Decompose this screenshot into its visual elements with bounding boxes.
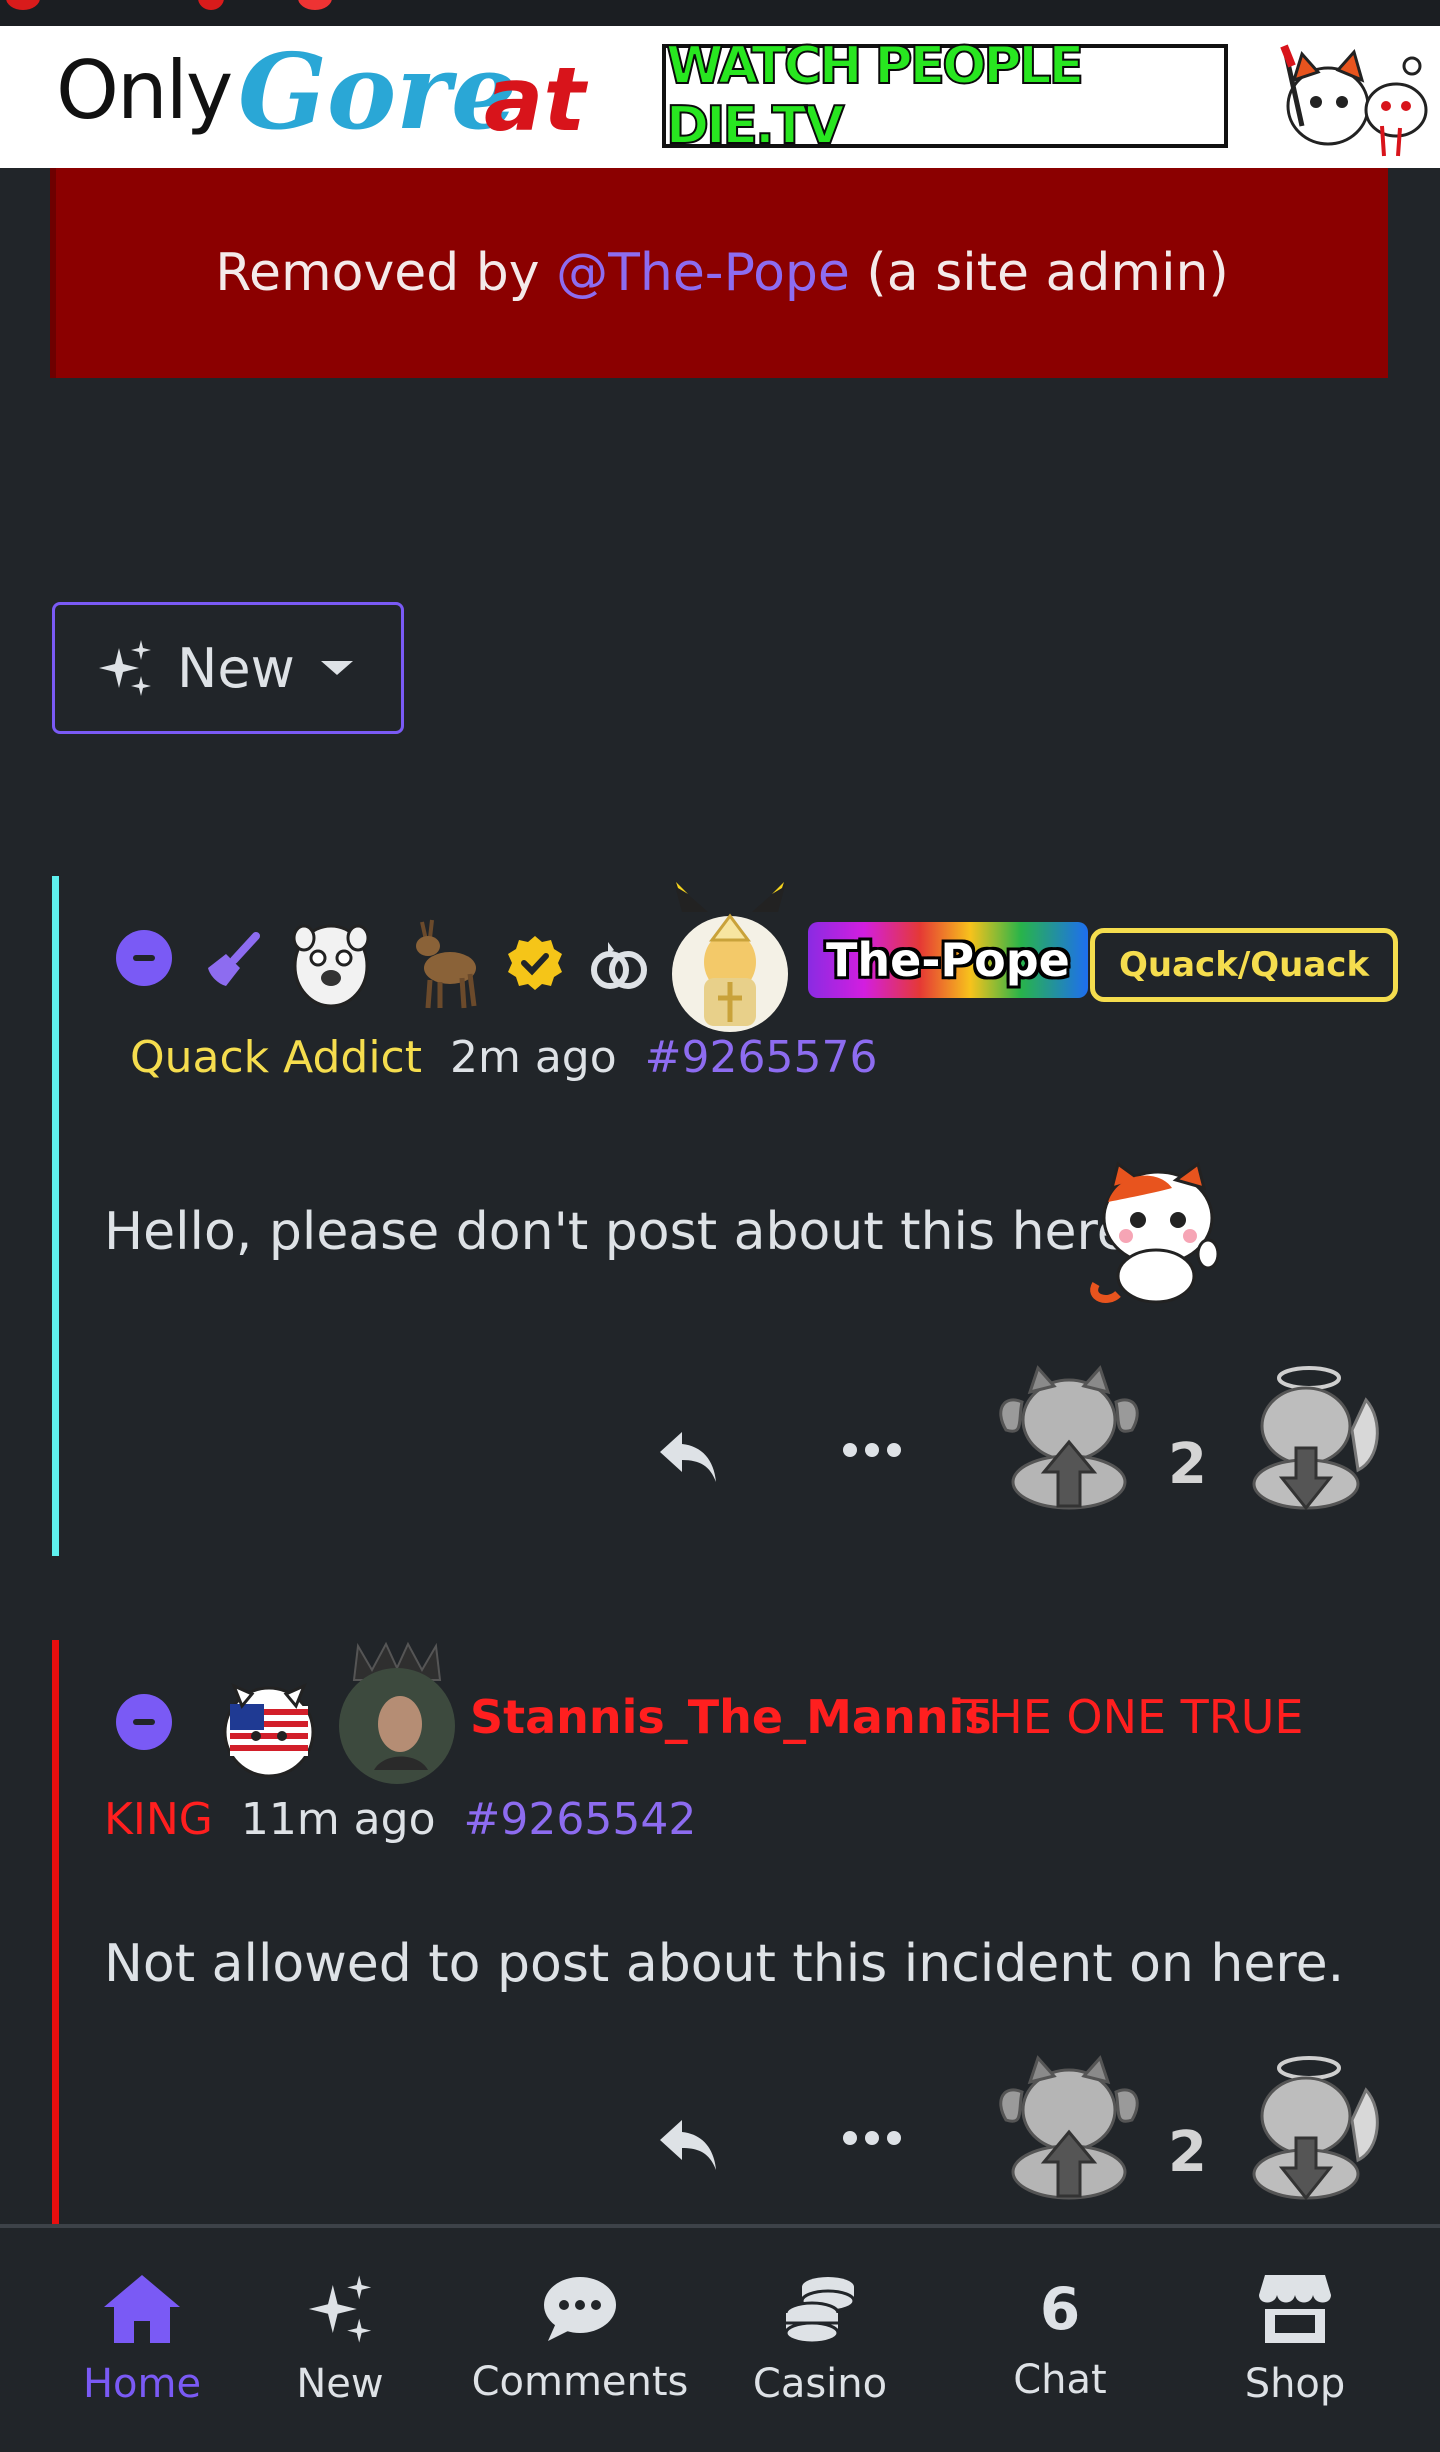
site-banner[interactable]: Only Gore at WATCH PEOPLE DIE.TV bbox=[0, 26, 1440, 168]
avatar[interactable] bbox=[334, 1640, 460, 1786]
comment-thread-bar[interactable] bbox=[52, 1640, 59, 2226]
cat-waving-emoji-icon bbox=[1090, 1161, 1220, 1304]
user-badge-text: Quack/Quack bbox=[1119, 945, 1370, 985]
reply-icon[interactable] bbox=[656, 2116, 720, 2172]
home-icon bbox=[104, 2275, 180, 2343]
more-options-icon[interactable] bbox=[840, 2128, 904, 2148]
comment: The-Pope Quack/Quack Quack Addict 2m ago… bbox=[52, 876, 1432, 1556]
vote-score: 2 bbox=[1168, 2120, 1207, 2185]
deer-badge-icon bbox=[416, 919, 477, 1009]
broom-icon bbox=[208, 932, 260, 986]
verified-badge-icon bbox=[508, 936, 562, 990]
upvote-icon[interactable] bbox=[994, 1360, 1144, 1512]
comment-permalink[interactable]: #9265576 bbox=[645, 1032, 878, 1083]
nav-shop-label: Shop bbox=[1244, 2361, 1346, 2407]
more-options-icon[interactable] bbox=[840, 1440, 904, 1460]
sort-dropdown-button[interactable]: New bbox=[52, 602, 404, 734]
user-badge: Quack/Quack bbox=[1090, 928, 1399, 1002]
cat-mascot-icon bbox=[1280, 44, 1428, 157]
user-title: THE ONE TRUE bbox=[960, 1690, 1304, 1744]
status-strip bbox=[0, 0, 1440, 26]
comment-username-text: The-Pope bbox=[826, 933, 1070, 987]
downvote-icon[interactable] bbox=[1234, 1360, 1384, 1512]
comment-body-text: Hello, please don't post about this here bbox=[104, 1202, 1129, 1262]
downvote-icon[interactable] bbox=[1234, 2050, 1384, 2202]
comment-meta: Quack Addict 2m ago #9265576 bbox=[130, 1032, 877, 1083]
reply-icon[interactable] bbox=[656, 1428, 720, 1484]
nav-casino[interactable]: Casino bbox=[740, 2228, 900, 2452]
collapse-comment-button[interactable] bbox=[116, 930, 172, 986]
avatar[interactable] bbox=[668, 882, 792, 1032]
chat-count-badge: 6 bbox=[1039, 2275, 1081, 2343]
user-title-continued: KING bbox=[104, 1794, 213, 1845]
store-icon bbox=[1259, 2275, 1331, 2343]
nav-home[interactable]: Home bbox=[60, 2228, 224, 2452]
white-dog-badge-icon bbox=[292, 924, 370, 1008]
usa-flag-cat-badge-icon bbox=[223, 1683, 315, 1778]
bottom-navigation: Home New Comments Casino 6 Chat Shop bbox=[0, 2224, 1440, 2452]
coins-icon bbox=[784, 2277, 856, 2345]
comment-timestamp: 2m ago bbox=[450, 1032, 617, 1083]
comment-username[interactable]: Stannis_The_Mannis bbox=[470, 1690, 992, 1744]
nav-comments-label: Comments bbox=[471, 2359, 689, 2405]
chevron-down-icon bbox=[320, 661, 353, 675]
comment-body: Not allowed to post about this incident … bbox=[104, 1934, 1344, 1994]
vote-score: 2 bbox=[1168, 1432, 1207, 1497]
sort-label: New bbox=[177, 636, 295, 700]
banner-logo-at: at bbox=[484, 48, 586, 151]
comment-timestamp: 11m ago bbox=[240, 1794, 436, 1845]
removal-mention-link[interactable]: @The-Pope bbox=[556, 243, 850, 303]
comment-body-text: Not allowed to post about this incident … bbox=[104, 1934, 1345, 1994]
removal-prefix: Removed by bbox=[215, 243, 540, 303]
nav-new[interactable]: New bbox=[270, 2228, 410, 2452]
comment-body: Hello, please don't post about this here bbox=[104, 1202, 1129, 1262]
comment-username[interactable]: The-Pope bbox=[808, 922, 1088, 998]
nav-home-label: Home bbox=[82, 2361, 202, 2407]
sparkles-icon bbox=[99, 640, 151, 696]
nav-new-label: New bbox=[296, 2361, 384, 2407]
banner-site-button-label: WATCH PEOPLE DIE.TV bbox=[665, 35, 1085, 157]
collapse-comment-button[interactable] bbox=[116, 1694, 172, 1750]
comment: Stannis_The_Mannis THE ONE TRUE KING 11m… bbox=[52, 1640, 1432, 2226]
comment-permalink[interactable]: #9265542 bbox=[464, 1794, 697, 1845]
banner-logo-gore: Gore bbox=[238, 30, 518, 153]
nav-comments[interactable]: Comments bbox=[470, 2228, 690, 2452]
comment-meta: KING 11m ago #9265542 bbox=[104, 1794, 696, 1845]
nav-chat-label: Chat bbox=[1013, 2357, 1107, 2403]
banner-logo-only: Only bbox=[56, 44, 233, 137]
comments-icon bbox=[544, 2277, 616, 2341]
rings-icon bbox=[591, 942, 647, 989]
removal-notice: Removed by @The-Pope (a site admin) bbox=[50, 168, 1388, 378]
upvote-icon[interactable] bbox=[994, 2050, 1144, 2202]
sparkles-icon bbox=[308, 2275, 372, 2343]
nav-casino-label: Casino bbox=[752, 2361, 888, 2407]
banner-site-button[interactable]: WATCH PEOPLE DIE.TV bbox=[662, 35, 1228, 157]
nav-shop[interactable]: Shop bbox=[1220, 2228, 1370, 2452]
nav-chat[interactable]: 6 Chat bbox=[980, 2228, 1140, 2452]
comment-thread-bar[interactable] bbox=[52, 876, 59, 1556]
user-flair: Quack Addict bbox=[130, 1032, 422, 1083]
removal-suffix: (a site admin) bbox=[866, 243, 1229, 303]
